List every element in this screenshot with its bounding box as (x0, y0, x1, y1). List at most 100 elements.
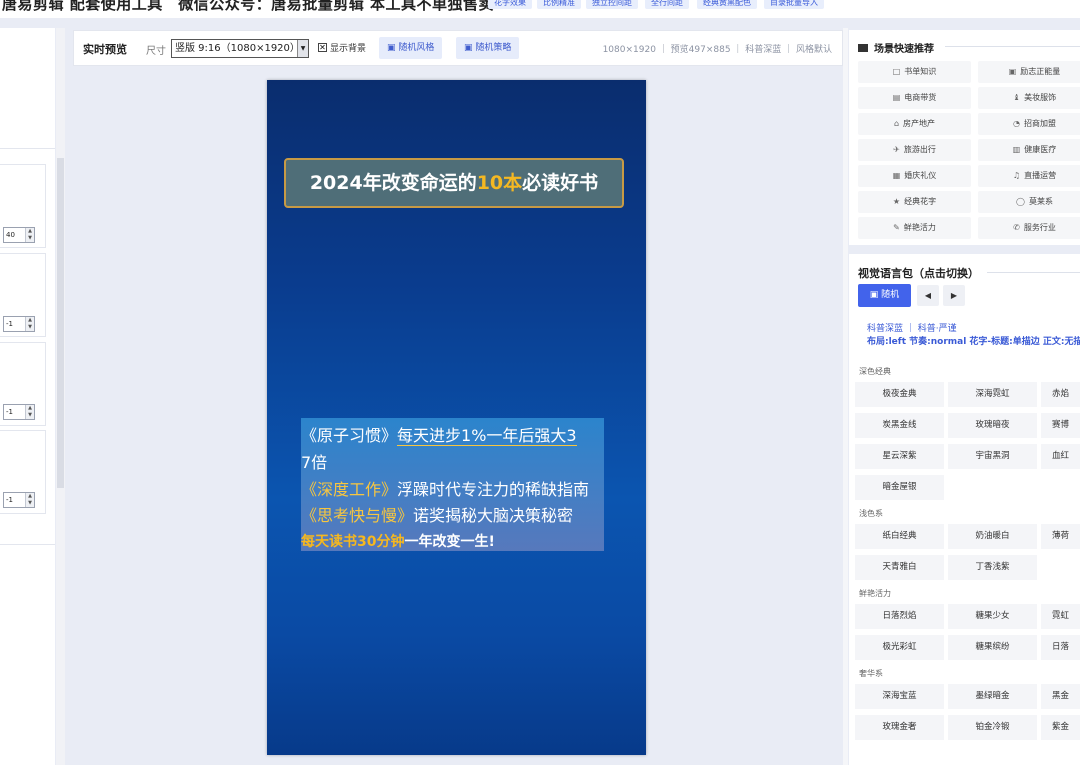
headline-text: 必读好书 (522, 172, 599, 194)
next-button[interactable]: ▶ (943, 285, 965, 306)
book-desc: 诺奖揭秘大脑决策秘密 (413, 506, 574, 525)
left-scrollbar[interactable] (56, 28, 65, 765)
scene-icon: ✈ (893, 145, 900, 154)
banner-tag: 经典黄黑配色 (697, 0, 757, 9)
spinner-icon[interactable]: ▲ ▼ (25, 493, 34, 507)
scene-label: 房产地产 (903, 119, 936, 128)
preview-toolbar: 实时预览 尺寸 竖版 9:16（1080×1920） ▼ ✕ 显示背景 ▣ 随机… (73, 30, 843, 66)
style-option[interactable]: 玫瑰暗夜 (948, 413, 1037, 438)
cube-icon: ▣ (387, 43, 399, 53)
visual-pack-title: 视觉语言包（点击切换） (858, 267, 979, 280)
scene-button[interactable]: ♝ 美妆服饰 (978, 87, 1080, 109)
style-option[interactable]: 黑金 (1041, 684, 1080, 709)
pack-meta-detail: 布局:left 节奏:normal 花字-标题:单描边 正文:无描边 (867, 337, 1080, 347)
divider (0, 544, 55, 545)
style-option[interactable]: 玫瑰金奢 (855, 715, 944, 740)
scene-icon: ▤ (892, 93, 901, 102)
style-option[interactable]: 极夜金典 (855, 382, 944, 407)
scene-button[interactable]: □ 书单知识 (858, 61, 971, 83)
style-option[interactable]: 铂金冷锻 (948, 715, 1037, 740)
style-option[interactable]: 墨绿暗金 (948, 684, 1037, 709)
spinner-icon[interactable]: ▲ ▼ (25, 405, 34, 419)
style-option[interactable]: 血红 (1041, 444, 1080, 469)
style-option[interactable]: 赛博 (1041, 413, 1080, 438)
style-option[interactable]: 深海宝蓝 (855, 684, 944, 709)
random-pack-button[interactable]: ▣ 随机 (858, 284, 911, 307)
size-label: 尺寸 (146, 46, 166, 57)
number-input[interactable]: -1 ▲ ▼ (3, 492, 35, 508)
scene-button[interactable]: ✈ 旅游出行 (858, 139, 971, 161)
scene-button[interactable]: ▦ 婚庆礼仪 (858, 165, 971, 187)
random-style-button[interactable]: ▣ 随机风格 (379, 37, 443, 59)
scene-button[interactable]: ♫ 直播运营 (978, 165, 1080, 187)
size-select[interactable]: 竖版 9:16（1080×1920） ▼ (171, 39, 309, 58)
preview-label: 实时预览 (83, 43, 127, 56)
show-background-checkbox[interactable]: ✕ (318, 43, 327, 52)
scene-label: 经典花字 (904, 197, 937, 206)
style-option[interactable]: 丁香浅紫 (948, 555, 1037, 580)
headline-highlight: 10本 (476, 172, 523, 194)
style-option[interactable]: 深海霓虹 (948, 382, 1037, 407)
scene-icon: ★ (892, 197, 901, 206)
random-style-label: 随机风格 (398, 43, 435, 53)
scene-button[interactable]: ✎ 鲜艳活力 (858, 217, 971, 239)
divider (987, 272, 1080, 273)
banner-title: 唐易剪辑 配套使用工具 微信公众号：唐易批量剪辑 本工具不单独售卖 (2, 0, 494, 13)
body-line: 《深度工作》浮躁时代专注力的稀缺指南 (301, 479, 589, 501)
style-option[interactable]: 极光彩虹 (855, 635, 944, 660)
scene-button[interactable]: ✆ 服务行业 (978, 217, 1080, 239)
style-option[interactable]: 星云深紫 (855, 444, 944, 469)
scene-button[interactable]: ◯ 莫莱系 (978, 191, 1080, 213)
style-option[interactable]: 暗金屋银 (855, 475, 944, 500)
banner-tag: 独立控间距 (586, 0, 638, 9)
scene-button[interactable]: ★ 经典花字 (858, 191, 971, 213)
style-option[interactable]: 糖果少女 (948, 604, 1037, 629)
style-option[interactable]: 奶油暖白 (948, 524, 1037, 549)
banner-tag: 目录批量导入 (764, 0, 824, 9)
scene-panel-title: 场景快速推荐 (858, 40, 934, 55)
style-option[interactable]: 霓虹 (1041, 604, 1080, 629)
scene-button[interactable]: ▤ 电商带货 (858, 87, 971, 109)
scene-label: 服务行业 (1023, 223, 1056, 232)
scene-label: 励志正能量 (1020, 67, 1061, 76)
scene-icon: □ (892, 67, 901, 76)
setting-card: -1 ▲ ▼ (0, 342, 46, 426)
style-option[interactable]: 纸白经典 (855, 524, 944, 549)
style-option[interactable]: 宇宙黑洞 (948, 444, 1037, 469)
spinner-icon[interactable]: ▲ ▼ (25, 317, 34, 331)
closing-highlight: 每天读书30分钟 (301, 534, 405, 550)
scene-button[interactable]: ▣ 励志正能量 (978, 61, 1080, 83)
center-scrollbar[interactable] (843, 28, 848, 765)
spinner-icon[interactable]: ▲ ▼ (25, 228, 34, 242)
style-option[interactable]: 日落烈焰 (855, 604, 944, 629)
book-desc: 每天进步1%一年后强大3 (397, 426, 577, 446)
setting-card: -1 ▲ ▼ (0, 430, 46, 514)
prev-button[interactable]: ◀ (917, 285, 939, 306)
body-line: 每天读书30分钟一年改变一生! (301, 531, 495, 553)
pack-meta-name: 科普深蓝 ｜ 科普·严谨 (867, 324, 957, 334)
number-input[interactable]: -1 ▲ ▼ (3, 404, 35, 420)
book-title: 《原子习惯》 (301, 426, 398, 445)
visual-pack-panel: 视觉语言包（点击切换） ▣ 随机 ◀ ▶ 科普深蓝 ｜ 科普·严谨 布局:lef… (849, 254, 1080, 765)
scene-label: 书单知识 (904, 67, 937, 76)
number-input[interactable]: -1 ▲ ▼ (3, 316, 35, 332)
preview-info: 1080×1920 ｜ 预览497×885 ｜ 科普深蓝 ｜ 风格默认 (602, 45, 832, 55)
style-option[interactable]: 炭黑金线 (855, 413, 944, 438)
scene-button[interactable]: ◔ 招商加盟 (978, 113, 1080, 135)
style-option[interactable]: 紫金 (1041, 715, 1080, 740)
style-option[interactable]: 赤焰 (1041, 382, 1080, 407)
headline-banner[interactable]: 2024年改变命运的10本必读好书 (284, 158, 624, 208)
scene-panel-title-text: 场景快速推荐 (874, 44, 934, 55)
scene-button[interactable]: ⌂ 房产地产 (858, 113, 971, 135)
number-input[interactable]: 40 ▲ ▼ (3, 227, 35, 243)
style-option[interactable]: 糖果缤纷 (948, 635, 1037, 660)
style-option[interactable]: 日落 (1041, 635, 1080, 660)
scene-icon: ♫ (1012, 171, 1021, 180)
scrollbar-thumb[interactable] (57, 158, 64, 488)
style-option[interactable]: 薄荷 (1041, 524, 1080, 549)
scene-button[interactable]: ▥ 健康医疗 (978, 139, 1080, 161)
size-select-value: 竖版 9:16（1080×1920） (175, 43, 300, 54)
style-section-title: 浅色系 (859, 509, 883, 518)
random-strategy-button[interactable]: ▣ 随机策略 (456, 37, 520, 59)
style-option[interactable]: 天青雅白 (855, 555, 944, 580)
